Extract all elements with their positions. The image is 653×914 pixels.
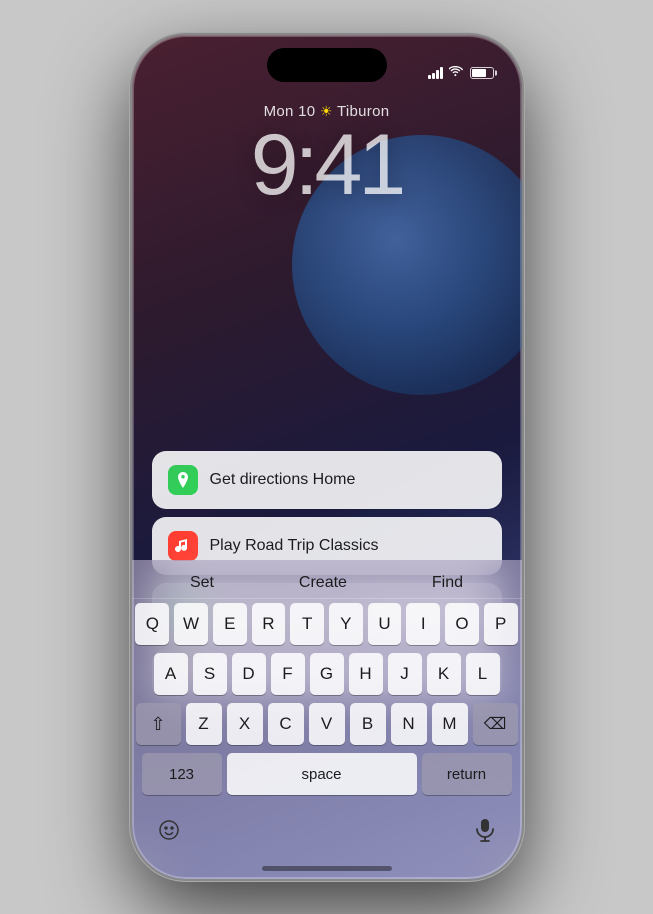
backspace-key[interactable]: ⌫ — [473, 703, 518, 745]
key-s[interactable]: S — [193, 653, 227, 695]
key-h[interactable]: H — [349, 653, 383, 695]
key-d[interactable]: D — [232, 653, 266, 695]
battery-fill — [472, 69, 486, 77]
wifi-icon — [449, 66, 464, 81]
key-c[interactable]: C — [268, 703, 304, 745]
key-row-4: 123 space return — [136, 753, 518, 795]
key-v[interactable]: V — [309, 703, 345, 745]
key-e[interactable]: E — [213, 603, 247, 645]
key-row-1: Q W E R T Y U I O P — [136, 603, 518, 645]
predictive-word-set[interactable]: Set — [180, 572, 224, 594]
predictive-text-row: Set Create Find — [132, 566, 522, 599]
key-o[interactable]: O — [445, 603, 479, 645]
shift-key[interactable]: ⇧ — [136, 703, 181, 745]
key-row-3: ⇧ Z X C V B N M ⌫ — [136, 703, 518, 745]
return-key[interactable]: return — [422, 753, 512, 795]
predictive-word-find[interactable]: Find — [422, 572, 473, 594]
key-q[interactable]: Q — [135, 603, 169, 645]
key-u[interactable]: U — [368, 603, 402, 645]
key-k[interactable]: K — [427, 653, 461, 695]
maps-icon — [168, 465, 198, 495]
emoji-button[interactable] — [148, 809, 190, 851]
key-row-2: A S D F G H J K L — [136, 653, 518, 695]
key-j[interactable]: J — [388, 653, 422, 695]
key-t[interactable]: T — [290, 603, 324, 645]
key-n[interactable]: N — [391, 703, 427, 745]
home-indicator — [262, 866, 392, 871]
microphone-button[interactable] — [464, 809, 506, 851]
key-g[interactable]: G — [310, 653, 344, 695]
key-l[interactable]: L — [466, 653, 500, 695]
key-y[interactable]: Y — [329, 603, 363, 645]
key-z[interactable]: Z — [186, 703, 222, 745]
signal-icon — [428, 67, 443, 79]
keyboard-area: Set Create Find Q W E R T Y U I O P A S — [132, 560, 522, 879]
predictive-word-create[interactable]: Create — [289, 572, 357, 594]
key-f[interactable]: F — [271, 653, 305, 695]
music-icon — [168, 531, 198, 561]
key-m[interactable]: M — [432, 703, 468, 745]
battery-icon — [470, 67, 494, 79]
key-b[interactable]: B — [350, 703, 386, 745]
space-key[interactable]: space — [227, 753, 417, 795]
key-w[interactable]: W — [174, 603, 208, 645]
status-right-icons — [428, 66, 494, 81]
numbers-key[interactable]: 123 — [142, 753, 222, 795]
clock-display: 9:41 — [132, 122, 522, 208]
suggestion-text-music: Play Road Trip Classics — [210, 537, 379, 555]
suggestion-item-directions[interactable]: Get directions Home — [152, 451, 502, 509]
keyboard-rows: Q W E R T Y U I O P A S D F G H J K — [132, 599, 522, 805]
key-x[interactable]: X — [227, 703, 263, 745]
key-r[interactable]: R — [252, 603, 286, 645]
suggestion-text-directions: Get directions Home — [210, 471, 356, 489]
key-p[interactable]: P — [484, 603, 518, 645]
phone-frame: Mon 10 ☀ Tiburon 9:41 Get directions Hom… — [132, 35, 522, 879]
key-a[interactable]: A — [154, 653, 188, 695]
key-i[interactable]: I — [406, 603, 440, 645]
dynamic-island — [267, 48, 387, 82]
lock-screen-info: Mon 10 ☀ Tiburon 9:41 — [132, 103, 522, 208]
